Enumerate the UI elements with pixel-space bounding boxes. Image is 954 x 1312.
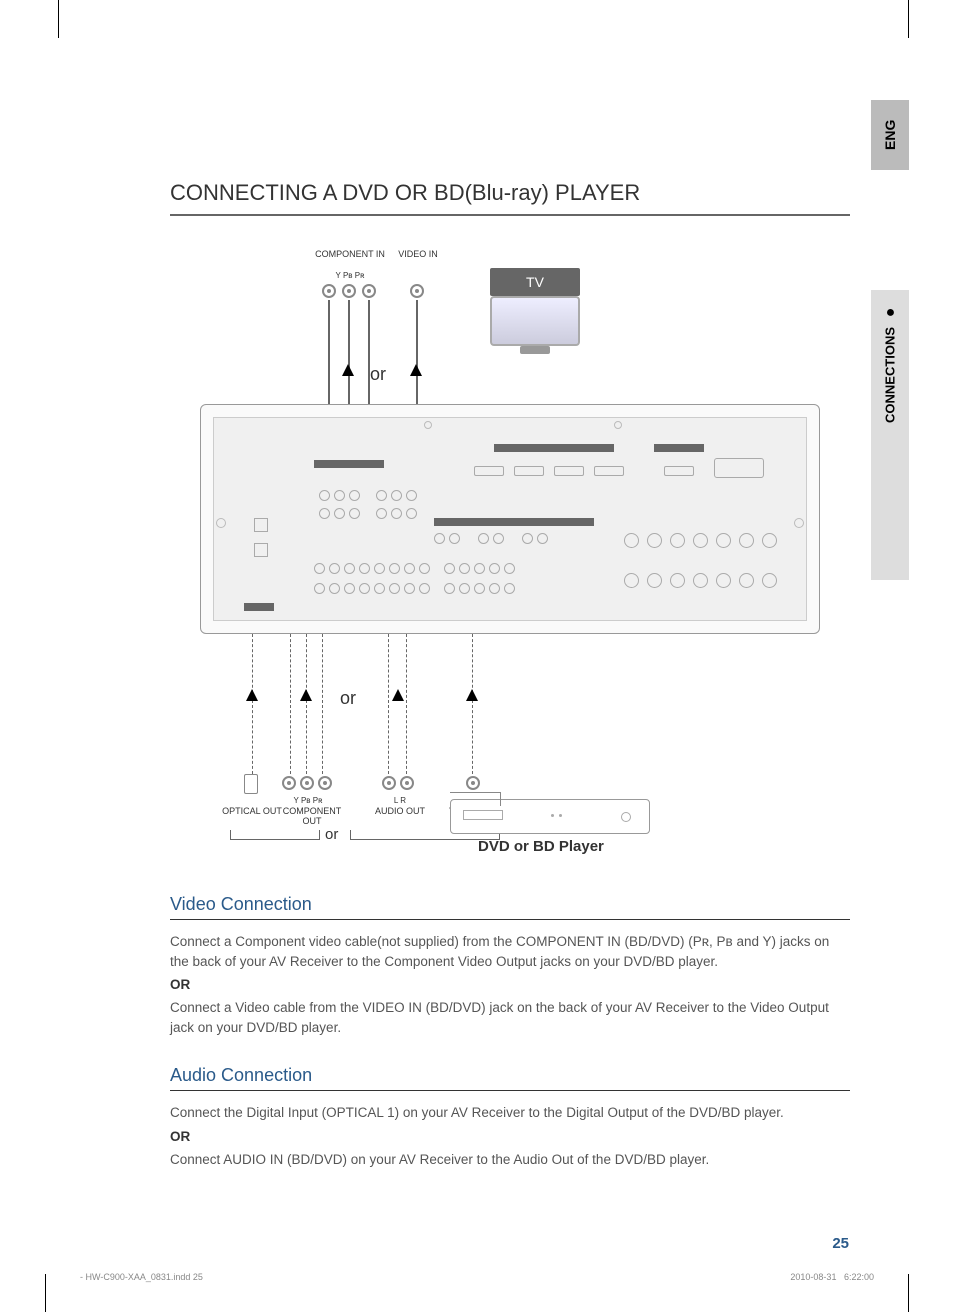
tv-icon	[490, 296, 580, 346]
rca-jack	[362, 284, 376, 298]
rca-jack	[322, 284, 336, 298]
player-icon	[450, 799, 650, 834]
arrow-up-icon	[246, 689, 258, 701]
optical-out-label: OPTICAL OUT	[222, 806, 282, 816]
rca-jack	[342, 284, 356, 298]
av-receiver-diagram	[200, 404, 820, 634]
arrow-up-icon	[466, 689, 478, 701]
tv-label: TV	[490, 268, 580, 296]
audio-p2: Connect AUDIO IN (BD/DVD) on your AV Rec…	[170, 1150, 850, 1170]
video-in-label: VIDEO IN	[398, 250, 438, 260]
arrow-up-icon	[342, 364, 354, 376]
audio-connection-heading: Audio Connection	[170, 1065, 850, 1091]
component-in-sub: Y Pʙ Pʀ	[315, 272, 385, 281]
footer-filename: - HW-C900-XAA_0831.indd 25	[80, 1272, 203, 1282]
device-label: DVD or BD Player	[478, 838, 604, 855]
footer-timestamp: 2010-08-31 6:22:00	[790, 1272, 874, 1282]
component-in-label: COMPONENT IN	[315, 250, 385, 260]
rca-jack	[410, 284, 424, 298]
component-out-sub: Y Pʙ Pʀ	[278, 797, 338, 806]
or-label: or	[325, 826, 338, 843]
audio-or: OR	[170, 1129, 850, 1144]
video-p2: Connect a Video cable from the VIDEO IN …	[170, 998, 850, 1037]
arrow-up-icon	[300, 689, 312, 701]
arrow-up-icon	[410, 364, 422, 376]
or-label: or	[370, 364, 386, 385]
audio-out-label: AUDIO OUT	[370, 806, 430, 816]
video-connection-heading: Video Connection	[170, 894, 850, 920]
page-number: 25	[832, 1235, 849, 1252]
connection-diagram: COMPONENT IN Y Pʙ Pʀ VIDEO IN TV or	[170, 244, 850, 864]
tv-stand-icon	[520, 346, 550, 354]
component-out-label: COMPONENT OUT	[278, 806, 346, 826]
page-title: CONNECTING A DVD OR BD(Blu-ray) PLAYER	[170, 180, 850, 216]
arrow-up-icon	[392, 689, 404, 701]
audio-out-sub: L R	[375, 797, 425, 806]
audio-p1: Connect the Digital Input (OPTICAL 1) on…	[170, 1103, 850, 1123]
video-p1: Connect a Component video cable(not supp…	[170, 932, 850, 971]
or-label: or	[340, 688, 356, 709]
video-or: OR	[170, 977, 850, 992]
